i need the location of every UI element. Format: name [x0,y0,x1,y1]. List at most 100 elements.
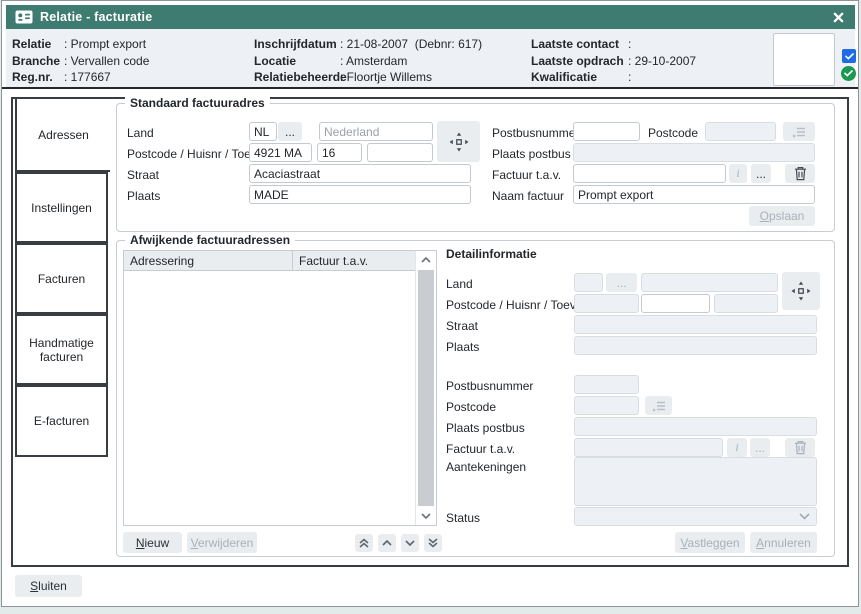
sluiten-button[interactable]: Sluiten [15,575,82,597]
detail-info-button[interactable]: i [727,438,747,457]
check-icon [844,70,853,77]
postcode-postbus-label: Postcode [648,126,698,140]
scroll-up-button[interactable] [416,251,436,269]
detail-straat-label: Straat [446,319,478,333]
standaard-factuuradres-group: Standaard factuuradres Land ... Postcode… [116,103,835,232]
factuur-tav-input[interactable] [573,164,726,183]
move-down-button[interactable] [401,534,419,552]
factuur-tav-browse-button[interactable]: ... [751,164,771,183]
relatiebeheerder-label: Relatiebeheerde [254,69,340,86]
regnr-value: : 177667 [64,70,111,84]
detail-postbusnummer-label: Postbusnummer [446,379,533,393]
detail-postcode-pb-input[interactable] [574,396,639,415]
verwijderen-label: Verwijderen [191,536,254,550]
double-chevron-up-icon [359,538,369,548]
detail-land-naam-input[interactable] [641,273,778,292]
header-row: Locatie: Amsterdam [254,53,482,70]
detail-factuur-tav-input[interactable] [574,438,723,457]
move-top-button[interactable] [355,534,373,552]
afwijkende-adressen-list[interactable]: Adressering Factuur t.a.v. [123,250,437,526]
postcode-input[interactable] [249,143,312,162]
land-browse-button[interactable]: ... [278,122,302,141]
postbusnummer-input[interactable] [573,122,640,141]
move-bottom-button[interactable] [424,534,442,552]
ellipsis-icon: ... [755,441,765,455]
toevoeging-input[interactable] [367,143,433,162]
postcode-huisnr-label: Postcode / Huisnr / Toev. [127,147,259,161]
column-adressering[interactable]: Adressering [124,251,293,270]
tab-e-facturen[interactable]: E-facturen [15,385,108,457]
detail-postcode-pb-label: Postcode [446,400,496,414]
list-pick-icon [791,125,807,139]
relatiebeheerder-value: : Floortje Willems [340,70,432,84]
tab-adressen[interactable]: Adressen [15,97,110,172]
tab-instellingen[interactable]: Instellingen [15,172,108,243]
detail-status-select[interactable] [574,507,817,526]
chevron-up-icon [421,257,431,263]
ellipsis-icon: ... [756,167,766,181]
header-column-3: Laatste contact: Laatste opdrach: 29-10-… [531,36,696,86]
detail-plaats-postbus-input[interactable] [574,417,817,436]
huisnr-input[interactable] [317,143,362,162]
naam-factuur-input[interactable] [573,185,815,204]
straat-label: Straat [127,168,159,182]
detail-straat-input[interactable] [574,315,817,334]
postcode-postbus-input[interactable] [705,122,776,141]
opslaan-button[interactable]: Opslaan [749,206,815,226]
verwijderen-button[interactable]: Verwijderen [187,532,257,553]
scrollbar-thumb[interactable] [418,270,434,506]
green-check-badge [841,66,856,81]
land-code-input[interactable] [249,122,277,141]
tab-handmatige-facturen[interactable]: Handmatige facturen [15,314,108,385]
blue-checkbox[interactable] [842,49,856,63]
locatie-label: Locatie [254,53,340,70]
detail-factuur-tav-delete-button[interactable] [785,438,815,457]
nieuw-label: Nieuw [136,536,169,550]
info-icon: i [735,440,738,455]
vastleggen-button[interactable]: Vastleggen [675,532,745,553]
regnr-label: Reg.nr. [12,69,64,86]
move-icon [448,131,470,153]
straat-input[interactable] [249,164,471,183]
list-scrollbar[interactable] [415,251,436,525]
header-row: Laatste contact: [531,36,696,53]
nieuw-button[interactable]: Nieuw [123,532,182,553]
kwalificatie-value: : [628,70,631,84]
plaats-postbus-label: Plaats postbus [492,147,571,161]
detail-huisnr-input[interactable] [641,294,710,313]
detailinformatie-title: Detailinformatie [446,247,537,261]
detail-aantekeningen-textarea[interactable] [574,457,817,506]
land-naam-input[interactable] [319,122,433,141]
info-button[interactable]: i [729,164,747,183]
detail-factuur-tav-browse-button[interactable]: ... [750,438,770,457]
laatste-opdracht-value: : 29-10-2007 [628,54,696,68]
column-factuur-tav[interactable]: Factuur t.a.v. [293,251,368,270]
factuur-tav-delete-button[interactable] [785,164,815,183]
trash-icon [794,440,807,455]
detail-aantekeningen-label: Aantekeningen [446,460,526,474]
plaats-input[interactable] [249,185,471,204]
relation-summary-header: Relatie: Prompt export Branche: Vervalle… [6,29,855,87]
detail-postcode-lookup-button[interactable] [645,396,672,415]
map-move-button[interactable] [437,121,480,162]
land-label: Land [127,126,154,140]
scroll-down-button[interactable] [416,507,436,525]
plaats-postbus-input[interactable] [573,143,815,162]
detail-toevoeging-input[interactable] [714,294,778,313]
detail-postbusnummer-input[interactable] [574,375,639,394]
postcode-lookup-button[interactable] [783,122,815,141]
annuleren-button[interactable]: Annuleren [750,532,817,553]
tab-facturen[interactable]: Facturen [15,243,108,314]
detail-map-move-button[interactable] [782,272,820,310]
inschrijfdatum-label: Inschrijfdatum [254,36,340,53]
tab-label: E-facturen [34,414,89,428]
detail-land-browse-button[interactable]: ... [606,273,637,292]
factuur-tav-label: Factuur t.a.v. [492,168,561,182]
detail-plaats-input[interactable] [574,336,817,355]
move-up-button[interactable] [378,534,396,552]
title-bar: Relatie - facturatie [6,5,855,29]
detail-postcode-input[interactable] [574,294,639,313]
detail-land-code-input[interactable] [574,273,603,292]
branche-label: Branche [12,53,64,70]
close-button[interactable] [830,9,846,25]
